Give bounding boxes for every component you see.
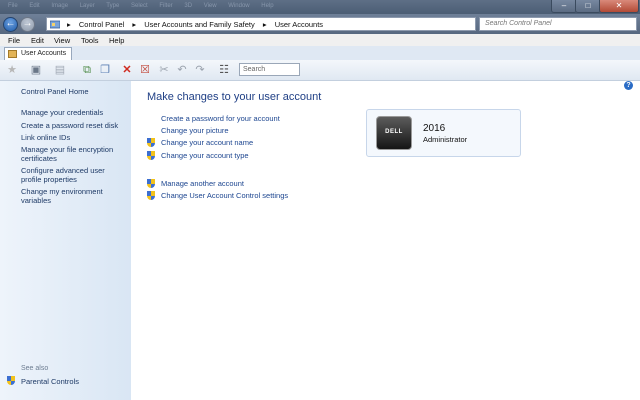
change-account-name-link[interactable]: Change your account name	[161, 138, 253, 147]
ghost-menu-item: Select	[130, 3, 148, 9]
manage-another-account-link[interactable]: Manage another account	[161, 179, 244, 188]
uac-shield-icon	[147, 179, 155, 188]
change-account-type-link[interactable]: Change your account type	[161, 151, 249, 160]
help-icon[interactable]: ?	[624, 81, 633, 90]
ghost-menu-item: Type	[106, 3, 120, 9]
account-name: 2016	[423, 123, 446, 134]
password-reset-disk-link[interactable]: Create a password reset disk	[21, 121, 129, 130]
tab-label: User Accounts	[21, 50, 67, 57]
ghost-menu-item: Layer	[79, 3, 95, 9]
uac-shield-icon	[7, 376, 15, 385]
change-picture-link[interactable]: Change your picture	[161, 126, 229, 135]
parental-controls-link[interactable]: Parental Controls	[21, 377, 79, 386]
breadcrumb-separator: ▸	[67, 20, 71, 29]
ghost-menu-item: View	[203, 3, 217, 9]
toolbar-search-input[interactable]: Search	[239, 63, 300, 76]
breadcrumb-separator: ▸	[262, 20, 267, 29]
environment-variables-link[interactable]: Change my environment variables	[21, 187, 117, 205]
breadcrumb-separator: ▸	[132, 20, 137, 29]
account-type: Administrator	[423, 135, 468, 144]
breadcrumb-user-accounts[interactable]: User Accounts	[275, 20, 323, 29]
cut-icon[interactable]: ✂	[157, 63, 171, 77]
menu-view[interactable]: View	[54, 36, 70, 45]
minimize-button[interactable]: –	[551, 0, 577, 13]
link-online-ids-link[interactable]: Link online IDs	[21, 133, 129, 142]
back-button[interactable]: ←	[3, 17, 18, 32]
copy-icon[interactable]: ❐	[98, 63, 112, 77]
maximize-button[interactable]: □	[575, 0, 601, 13]
view-options-icon[interactable]: ▣	[29, 63, 43, 77]
ghost-menu-item: Window	[228, 3, 250, 9]
breadcrumb-user-accounts-family[interactable]: User Accounts and Family Safety	[144, 20, 254, 29]
uac-shield-icon	[147, 138, 155, 147]
new-window-icon[interactable]: ⧉	[80, 63, 94, 77]
folder-icon	[8, 50, 17, 58]
redo-icon[interactable]: ↷	[193, 63, 207, 77]
remove-icon[interactable]: ☒	[138, 63, 152, 77]
ghost-menu-item: Filter	[159, 3, 173, 9]
undo-icon[interactable]: ↶	[175, 63, 189, 77]
tab-strip	[0, 46, 640, 61]
ghost-menu-item: File	[8, 3, 18, 9]
menu-edit[interactable]: Edit	[31, 36, 44, 45]
advanced-profile-properties-link[interactable]: Configure advanced user profile properti…	[21, 166, 117, 184]
forward-button[interactable]: →	[20, 17, 35, 32]
uac-shield-icon	[147, 191, 155, 200]
page-title: Make changes to your user account	[147, 91, 322, 103]
uac-shield-icon	[147, 151, 155, 160]
uac-settings-link[interactable]: Change User Account Control settings	[161, 191, 288, 200]
views-menu-icon[interactable]: ☷	[217, 63, 231, 77]
ghost-menu-item: 3D	[184, 3, 193, 9]
ghost-menu-item: Edit	[29, 3, 40, 9]
tab-user-accounts[interactable]: User Accounts	[4, 47, 72, 60]
toolbar	[0, 60, 640, 81]
ghost-menu-item: Help	[261, 3, 274, 9]
search-control-panel-input[interactable]: Search Control Panel	[479, 17, 637, 31]
account-avatar[interactable]: DELL	[376, 116, 412, 150]
ghost-menu-item: Image	[51, 3, 69, 9]
background-app-menu: File Edit Image Layer Type Select Filter…	[8, 3, 284, 9]
breadcrumb-control-panel[interactable]: Control Panel	[79, 20, 124, 29]
address-bar[interactable]: ▸ Control Panel ▸ User Accounts and Fami…	[46, 17, 476, 31]
create-password-link[interactable]: Create a password for your account	[161, 114, 280, 123]
menu-help[interactable]: Help	[109, 36, 124, 45]
navigation-pane-icon[interactable]: ▤	[53, 63, 67, 77]
menu-tools[interactable]: Tools	[81, 36, 99, 45]
delete-icon[interactable]: ✕	[120, 63, 134, 77]
see-also-label: See also	[21, 365, 49, 372]
file-encryption-certificates-link[interactable]: Manage your file encryption certificates	[21, 145, 121, 163]
favorites-star-icon[interactable]: ★	[5, 63, 19, 77]
manage-credentials-link[interactable]: Manage your credentials	[21, 108, 129, 117]
control-panel-icon	[50, 20, 60, 29]
menu-file[interactable]: File	[8, 36, 20, 45]
close-button[interactable]: ✕	[599, 0, 639, 13]
control-panel-home-link[interactable]: Control Panel Home	[21, 87, 129, 96]
